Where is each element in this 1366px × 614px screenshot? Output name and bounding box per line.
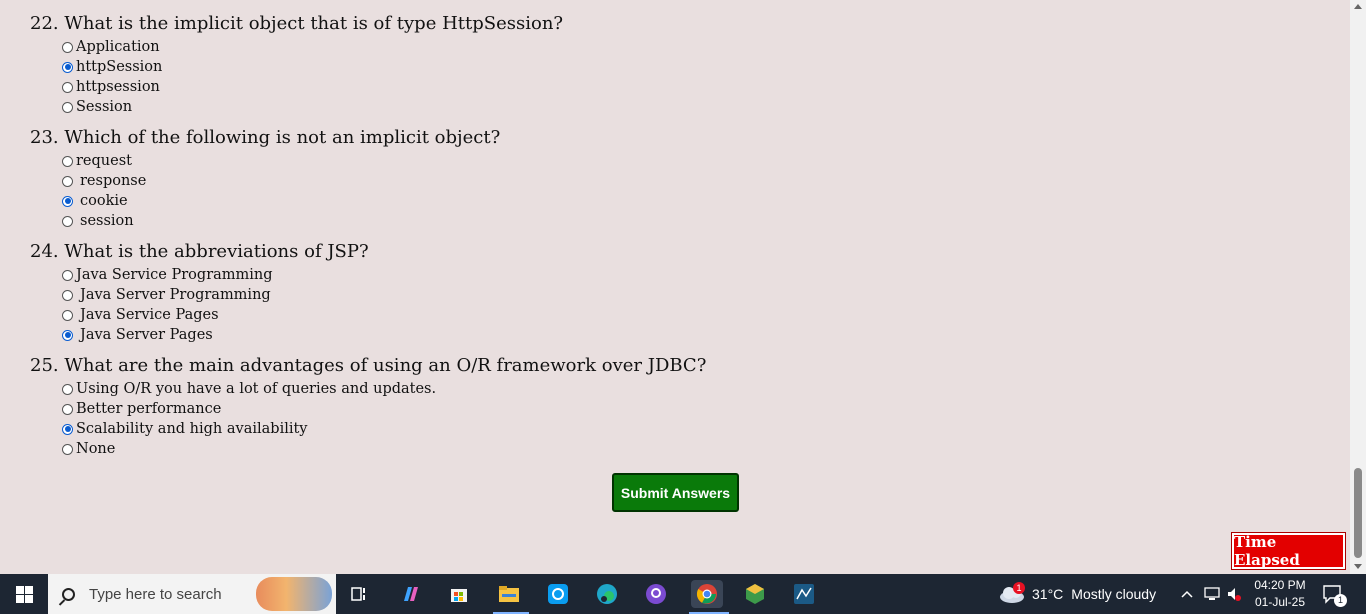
option-label: request bbox=[76, 153, 132, 169]
option-java-service-pages[interactable]: Java Service Pages bbox=[62, 305, 369, 325]
option-java-server-programming[interactable]: Java Server Programming bbox=[62, 285, 369, 305]
weather-condition: Mostly cloudy bbox=[1071, 586, 1157, 602]
weather-widget[interactable]: 1 31°C Mostly cloudy bbox=[998, 574, 1156, 614]
question-23: 23. Which of the following is not an imp… bbox=[30, 127, 500, 231]
question-title: 22. What is the implicit object that is … bbox=[30, 13, 564, 34]
radio-button[interactable] bbox=[62, 383, 73, 395]
scroll-thumb[interactable] bbox=[1354, 468, 1362, 558]
option-label: Better performance bbox=[76, 401, 222, 417]
question-title: 24. What is the abbreviations of JSP? bbox=[30, 241, 369, 262]
option-httpsession-lower[interactable]: httpsession bbox=[62, 77, 563, 97]
question-24: 24. What is the abbreviations of JSP? Ja… bbox=[30, 241, 369, 345]
option-label: Scalability and high availability bbox=[76, 421, 308, 437]
option-java-server-pages[interactable]: Java Server Pages bbox=[62, 325, 369, 345]
weather-alert-badge: 1 bbox=[1013, 582, 1025, 594]
volume-muted-icon[interactable] bbox=[1226, 574, 1242, 614]
search-highlight-art-icon bbox=[256, 577, 332, 611]
option-label: httpSession bbox=[76, 59, 163, 75]
taskbar-search-box[interactable]: Type here to search bbox=[48, 574, 336, 614]
question-title: 23. Which of the following is not an imp… bbox=[30, 127, 501, 148]
radio-button-selected[interactable] bbox=[62, 195, 73, 207]
option-session[interactable]: session bbox=[62, 211, 500, 231]
option-label: response bbox=[80, 173, 147, 189]
radio-button[interactable] bbox=[62, 81, 73, 93]
option-response[interactable]: response bbox=[62, 171, 500, 191]
search-placeholder: Type here to search bbox=[89, 585, 222, 603]
start-button[interactable] bbox=[0, 574, 48, 614]
option-label: httpsession bbox=[76, 79, 160, 95]
radio-button[interactable] bbox=[62, 41, 73, 53]
github-icon[interactable] bbox=[642, 580, 670, 608]
file-explorer-icon[interactable] bbox=[495, 580, 523, 608]
option-scalability[interactable]: Scalability and high availability bbox=[62, 419, 706, 439]
radio-button[interactable] bbox=[62, 269, 73, 281]
edge-icon[interactable] bbox=[593, 580, 621, 608]
option-label: Application bbox=[76, 39, 160, 55]
radio-button[interactable] bbox=[62, 309, 73, 321]
question-22: 22. What is the implicit object that is … bbox=[30, 13, 563, 117]
sql-workbench-icon[interactable] bbox=[790, 580, 818, 608]
search-icon bbox=[62, 587, 75, 601]
option-request[interactable]: request bbox=[62, 151, 500, 171]
cube-app-icon[interactable] bbox=[741, 580, 769, 608]
windows-taskbar: Type here to search 1 31°C Mostly cloudy bbox=[0, 574, 1366, 614]
clock-time: 04:20 PM bbox=[1254, 578, 1306, 592]
scroll-down-arrow-icon[interactable] bbox=[1354, 564, 1362, 569]
network-icon[interactable] bbox=[1203, 574, 1221, 614]
radio-button-selected[interactable] bbox=[62, 329, 73, 341]
option-httpsession-camel[interactable]: httpSession bbox=[62, 57, 563, 77]
tray-overflow-chevron-icon[interactable] bbox=[1180, 574, 1194, 614]
option-label: session bbox=[80, 213, 134, 229]
option-label: Session bbox=[76, 99, 133, 115]
radio-button[interactable] bbox=[62, 289, 73, 301]
store-icon[interactable] bbox=[445, 580, 473, 608]
option-label: Using O/R you have a lot of queries and … bbox=[76, 381, 437, 397]
copilot-icon[interactable] bbox=[396, 580, 424, 608]
option-label: None bbox=[76, 441, 116, 457]
windows-logo-icon bbox=[15, 585, 33, 603]
time-elapsed-badge[interactable]: Time Elapsed bbox=[1231, 532, 1346, 570]
option-label: Java Server Pages bbox=[80, 327, 213, 343]
clock-date: 01-Jul-25 bbox=[1254, 595, 1306, 609]
option-queries-updates[interactable]: Using O/R you have a lot of queries and … bbox=[62, 379, 706, 399]
option-label: cookie bbox=[80, 193, 128, 209]
radio-button[interactable] bbox=[62, 175, 73, 187]
radio-button[interactable] bbox=[62, 403, 73, 415]
option-session[interactable]: Session bbox=[62, 97, 563, 117]
scroll-up-arrow-icon[interactable] bbox=[1354, 4, 1362, 9]
option-java-service-programming[interactable]: Java Service Programming bbox=[62, 265, 369, 285]
option-label: Java Service Programming bbox=[76, 267, 273, 283]
sync-app-icon[interactable] bbox=[544, 580, 572, 608]
submit-answers-button[interactable]: Submit Answers bbox=[612, 473, 739, 512]
radio-button-selected[interactable] bbox=[62, 61, 73, 73]
option-label: Java Service Pages bbox=[80, 307, 219, 323]
radio-button[interactable] bbox=[62, 215, 73, 227]
radio-button-selected[interactable] bbox=[62, 423, 73, 435]
task-view-icon[interactable] bbox=[346, 580, 374, 608]
option-better-performance[interactable]: Better performance bbox=[62, 399, 706, 419]
system-clock[interactable]: 04:20 PM 01-Jul-25 bbox=[1248, 577, 1312, 611]
option-application[interactable]: Application bbox=[62, 37, 563, 57]
question-25: 25. What are the main advantages of usin… bbox=[30, 355, 706, 459]
option-cookie[interactable]: cookie bbox=[62, 191, 500, 211]
chrome-icon[interactable] bbox=[691, 580, 723, 608]
quiz-page: 22. What is the implicit object that is … bbox=[0, 0, 1350, 574]
vertical-scrollbar[interactable] bbox=[1350, 0, 1366, 574]
question-title: 25. What are the main advantages of usin… bbox=[30, 355, 707, 376]
option-none[interactable]: None bbox=[62, 439, 706, 459]
weather-temperature: 31°C bbox=[1032, 586, 1064, 602]
radio-button[interactable] bbox=[62, 155, 73, 167]
radio-button[interactable] bbox=[62, 443, 73, 455]
notification-count-badge: 1 bbox=[1334, 594, 1347, 607]
option-label: Java Server Programming bbox=[80, 287, 271, 303]
radio-button[interactable] bbox=[62, 101, 73, 113]
notification-center-icon[interactable]: 1 bbox=[1322, 574, 1347, 614]
